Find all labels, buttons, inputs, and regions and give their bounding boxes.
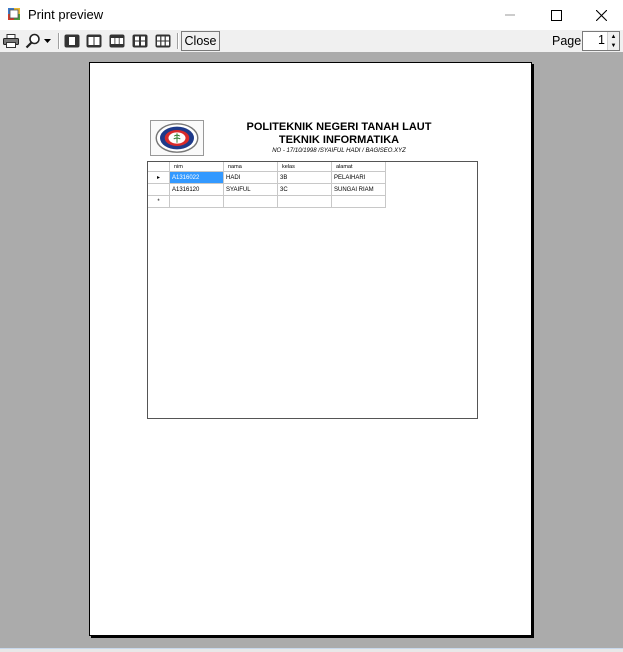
six-pages-button[interactable] bbox=[154, 31, 172, 51]
table-cell-kelas: 3B bbox=[278, 172, 332, 184]
preview-area[interactable]: POLITEKNIK NEGERI TANAH LAUT TEKNIK INFO… bbox=[0, 52, 623, 648]
row-header bbox=[148, 184, 170, 196]
table-cell-alamat: SUNGAI RIAM bbox=[332, 184, 386, 196]
row-header-new: * bbox=[148, 196, 170, 208]
six-pages-icon bbox=[155, 34, 171, 48]
one-page-button[interactable] bbox=[63, 31, 81, 51]
page-down-button[interactable]: ▼ bbox=[607, 41, 619, 50]
three-pages-icon bbox=[109, 34, 125, 48]
table-cell-nim: A1316022 bbox=[170, 172, 224, 184]
print-button[interactable] bbox=[1, 31, 21, 51]
student-data-grid: nim nama kelas alamat ▸ A1316022 HADI 3B… bbox=[147, 161, 478, 419]
maximize-icon bbox=[550, 9, 562, 21]
institution-logo-icon bbox=[150, 120, 204, 156]
window-title: Print preview bbox=[28, 7, 104, 22]
window-close-button[interactable] bbox=[578, 0, 623, 30]
table-cell-nim: A1316120 bbox=[170, 184, 224, 196]
preview-toolbar: Close Page 1 ▲ ▼ bbox=[0, 30, 623, 52]
page-number-stepper[interactable]: 1 ▲ ▼ bbox=[582, 31, 620, 51]
four-pages-icon bbox=[132, 34, 148, 48]
table-cell-nama: SYAIFUL bbox=[224, 184, 278, 196]
maximize-button[interactable] bbox=[533, 0, 579, 30]
table-cell-empty bbox=[332, 196, 386, 208]
row-header-current: ▸ bbox=[148, 172, 170, 184]
column-header-nim: nim bbox=[170, 162, 224, 172]
window-bottom-edge bbox=[0, 648, 623, 652]
report-subtitle: NO - 17/10/1998 /SYAIFUL HADI / BAGISEO.… bbox=[272, 148, 406, 154]
title-bar: Print preview bbox=[0, 0, 623, 30]
magnifier-icon bbox=[25, 33, 40, 49]
table-cell-empty bbox=[224, 196, 278, 208]
preview-page: POLITEKNIK NEGERI TANAH LAUT TEKNIK INFO… bbox=[89, 62, 532, 636]
table-cell-empty bbox=[278, 196, 332, 208]
minimize-icon bbox=[505, 14, 515, 16]
page-number-value[interactable]: 1 bbox=[583, 33, 605, 47]
close-button[interactable]: Close bbox=[181, 31, 220, 51]
spin-down-icon: ▼ bbox=[610, 42, 617, 49]
grid-corner-header bbox=[148, 162, 170, 172]
chevron-down-icon bbox=[44, 39, 51, 43]
page-up-button[interactable]: ▲ bbox=[607, 32, 619, 41]
column-header-kelas: kelas bbox=[278, 162, 332, 172]
zoom-dropdown-button[interactable] bbox=[23, 31, 53, 51]
three-pages-button[interactable] bbox=[108, 31, 126, 51]
table-cell-nama: HADI bbox=[224, 172, 278, 184]
toolbar-separator bbox=[177, 33, 178, 49]
page-label: Page bbox=[552, 34, 582, 48]
minimize-button[interactable] bbox=[487, 0, 533, 30]
spin-up-icon: ▲ bbox=[610, 33, 617, 40]
institution-name: POLITEKNIK NEGERI TANAH LAUT bbox=[246, 121, 432, 133]
two-pages-icon bbox=[86, 34, 102, 48]
print-preview-app-icon bbox=[8, 8, 20, 20]
one-page-icon bbox=[64, 34, 80, 48]
column-header-nama: nama bbox=[224, 162, 278, 172]
department-name: TEKNIK INFORMATIKA bbox=[278, 134, 400, 146]
toolbar-separator bbox=[58, 33, 59, 49]
four-pages-button[interactable] bbox=[131, 31, 149, 51]
table-cell-alamat: PELAIHARI bbox=[332, 172, 386, 184]
close-icon bbox=[595, 9, 607, 21]
table-cell-kelas: 3C bbox=[278, 184, 332, 196]
column-header-alamat: alamat bbox=[332, 162, 386, 172]
table-cell-empty bbox=[170, 196, 224, 208]
printer-icon bbox=[3, 34, 19, 48]
two-pages-button[interactable] bbox=[85, 31, 103, 51]
